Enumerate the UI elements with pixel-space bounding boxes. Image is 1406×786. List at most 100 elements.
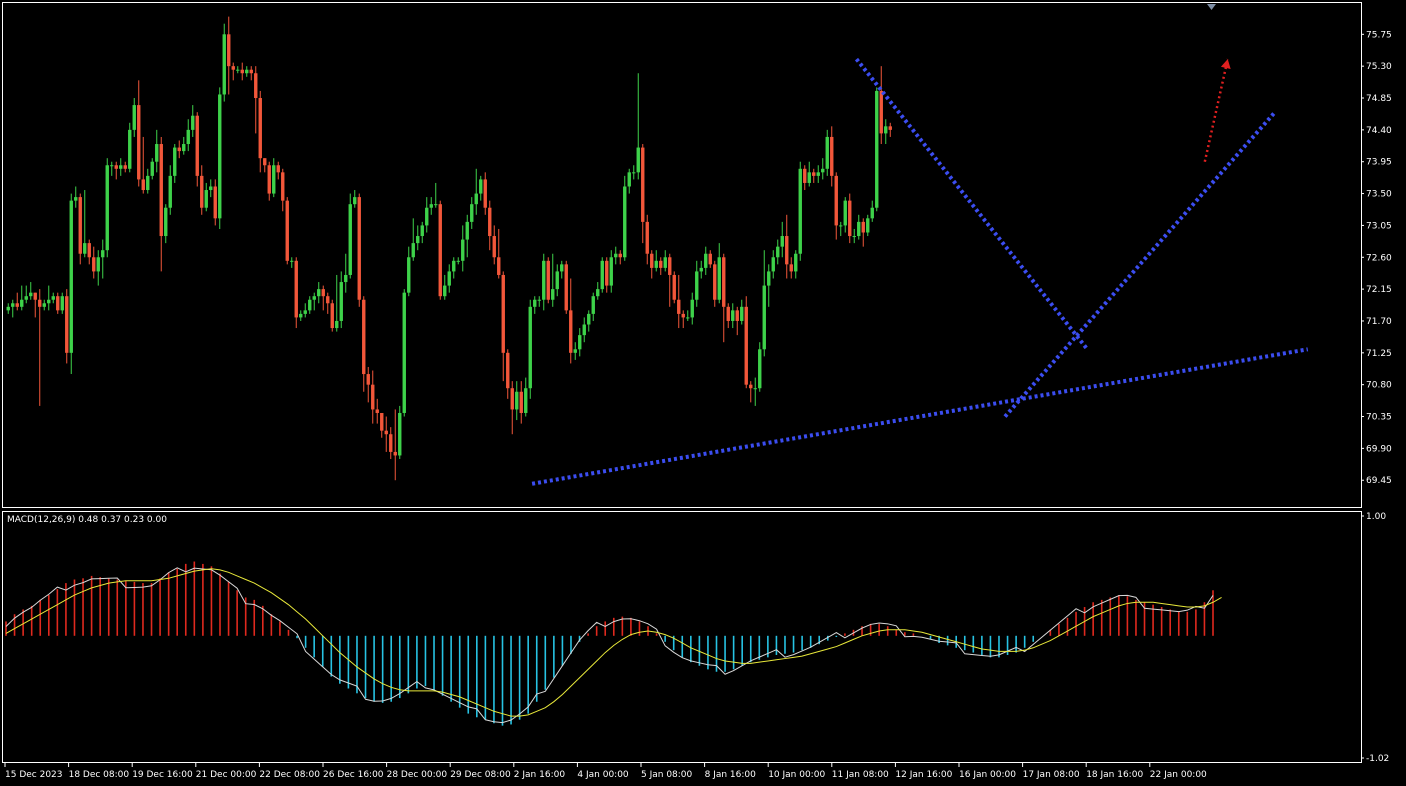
candle-body bbox=[249, 69, 253, 74]
bear-candle bbox=[438, 200, 442, 300]
candle-body bbox=[569, 310, 573, 353]
price-axis-label: 70.80 bbox=[1366, 381, 1392, 391]
candle-body bbox=[110, 165, 114, 167]
candle-body bbox=[731, 310, 735, 321]
candle-body bbox=[114, 165, 118, 169]
bull-candle bbox=[348, 193, 352, 279]
candle-body bbox=[573, 349, 577, 353]
price-axis-label: 69.45 bbox=[1366, 476, 1392, 486]
candle-body bbox=[78, 197, 82, 254]
candle-body bbox=[384, 430, 388, 435]
time-axis-label: 12 Jan 16:00 bbox=[895, 770, 952, 780]
candle-body bbox=[888, 126, 892, 130]
candle-body bbox=[312, 296, 316, 300]
candle-body bbox=[524, 388, 528, 413]
candle-body bbox=[753, 388, 757, 390]
candle-body bbox=[879, 90, 883, 134]
candle-body bbox=[807, 172, 811, 183]
candle-body bbox=[74, 197, 78, 201]
candle-body bbox=[195, 115, 199, 176]
candle-body bbox=[600, 260, 604, 290]
candle-body bbox=[362, 299, 366, 375]
candle-body bbox=[218, 94, 222, 219]
bull-candle bbox=[105, 158, 109, 258]
candle-body bbox=[866, 218, 870, 233]
candle-body bbox=[24, 296, 28, 300]
candle-body bbox=[375, 409, 379, 413]
candle-body bbox=[393, 451, 397, 456]
candle-body bbox=[204, 190, 208, 208]
candle-body bbox=[695, 271, 699, 300]
bull-candle bbox=[528, 299, 532, 399]
candle-body bbox=[177, 147, 181, 152]
candle-body bbox=[11, 303, 15, 307]
candle-body bbox=[749, 384, 753, 389]
candle-body bbox=[470, 204, 474, 222]
time-axis-label: 2 Jan 16:00 bbox=[514, 770, 566, 780]
candle-body bbox=[785, 236, 789, 265]
candle-body bbox=[452, 260, 456, 272]
candle-body bbox=[546, 260, 550, 300]
candle-body bbox=[348, 204, 352, 275]
candle-body bbox=[537, 299, 541, 301]
time-axis-label: 10 Jan 00:00 bbox=[768, 770, 825, 780]
time-axis-label: 29 Dec 08:00 bbox=[450, 770, 511, 780]
candle-body bbox=[42, 303, 46, 307]
candle-body bbox=[65, 296, 69, 353]
candle-body bbox=[47, 299, 51, 304]
candle-body bbox=[51, 296, 55, 300]
price-axis-label: 69.90 bbox=[1366, 444, 1392, 454]
price-axis-label: 72.15 bbox=[1366, 285, 1392, 295]
candle-body bbox=[281, 172, 285, 201]
price-axis: 75.75 75.30 74.85 74.40 73.95 73.50 73.05 72.60… bbox=[1361, 30, 1392, 486]
trading-chart[interactable]: 75.75 75.30 74.85 74.40 73.95 73.50 73.05 72.60… bbox=[0, 0, 1406, 786]
candle-body bbox=[560, 264, 564, 272]
candle-body bbox=[276, 165, 280, 173]
candle-body bbox=[222, 34, 226, 95]
candle-body bbox=[29, 292, 33, 297]
candle-body bbox=[299, 313, 303, 318]
candle-body bbox=[627, 172, 631, 187]
chart-background bbox=[0, 0, 1406, 786]
candle-body bbox=[168, 175, 172, 208]
candle-body bbox=[677, 299, 681, 314]
candle-body bbox=[794, 253, 798, 272]
time-axis-label: 19 Dec 16:00 bbox=[132, 770, 193, 780]
candle-body bbox=[411, 243, 415, 258]
candle-body bbox=[735, 310, 739, 321]
price-axis-label: 74.85 bbox=[1366, 94, 1392, 104]
candle-body bbox=[492, 236, 496, 258]
candle-body bbox=[371, 384, 375, 410]
candle-body bbox=[429, 204, 433, 208]
candle-body bbox=[119, 165, 123, 169]
candle-body bbox=[618, 253, 622, 258]
candle-body bbox=[821, 168, 825, 173]
candle-body bbox=[159, 144, 163, 237]
bear-candle bbox=[744, 296, 748, 389]
candle-body bbox=[398, 412, 402, 456]
candle-body bbox=[803, 168, 807, 183]
candle-body bbox=[497, 257, 501, 275]
time-axis-label: 5 Jan 08:00 bbox=[641, 770, 693, 780]
candle-body bbox=[528, 306, 532, 389]
bear-candle bbox=[294, 257, 298, 329]
candle-body bbox=[227, 34, 231, 67]
candle-body bbox=[479, 179, 483, 194]
candle-body bbox=[186, 129, 190, 145]
candle-body bbox=[834, 175, 838, 226]
time-axis-label: 18 Jan 16:00 bbox=[1086, 770, 1143, 780]
candle-body bbox=[875, 90, 879, 208]
candle-body bbox=[209, 186, 213, 191]
candle-body bbox=[501, 274, 505, 353]
bull-candle bbox=[600, 257, 604, 293]
price-axis-label: 71.25 bbox=[1366, 349, 1392, 359]
candle-body bbox=[330, 303, 334, 329]
candle-body bbox=[6, 306, 10, 311]
bull-candle bbox=[402, 289, 406, 417]
candle-body bbox=[578, 335, 582, 350]
candle-body bbox=[15, 303, 19, 307]
candle-body bbox=[416, 236, 420, 244]
candle-body bbox=[132, 105, 136, 130]
candle-body bbox=[267, 165, 271, 194]
bear-candle bbox=[848, 193, 852, 244]
